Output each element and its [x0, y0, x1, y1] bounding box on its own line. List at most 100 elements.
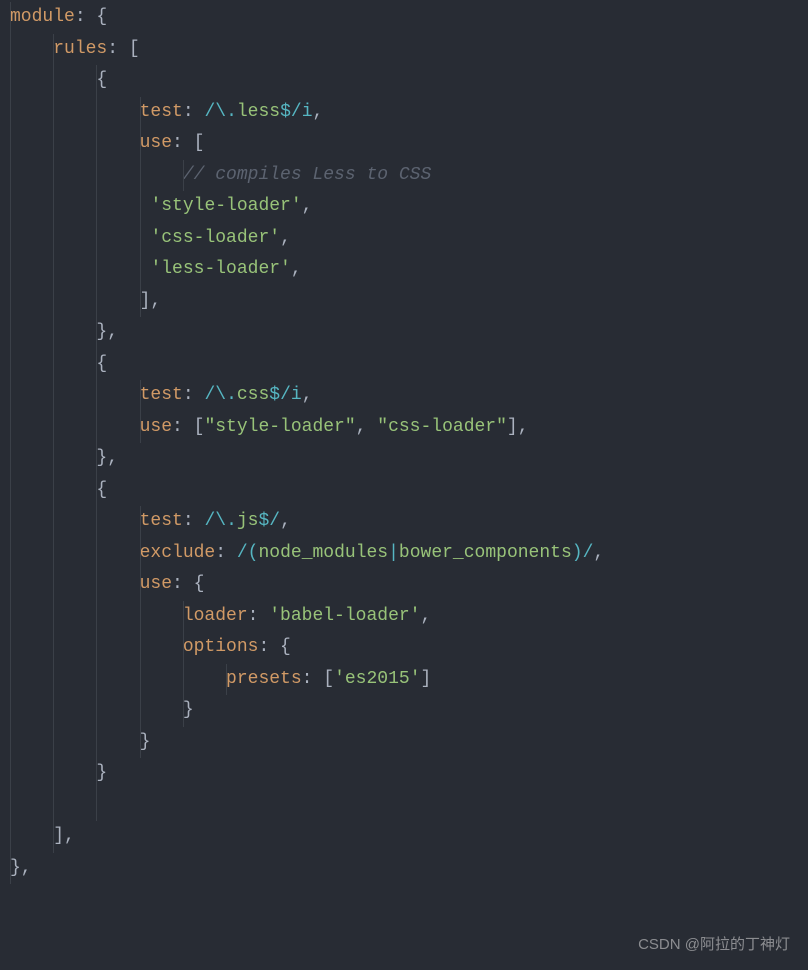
indent-guide — [96, 380, 97, 412]
token-punct: { — [96, 70, 107, 90]
indent-guide — [10, 254, 11, 286]
code-editor[interactable]: module: { rules: [ { test: /\.less$/i, u… — [0, 0, 808, 886]
code-line[interactable]: 'css-loader', — [0, 223, 808, 255]
code-line[interactable]: { — [0, 349, 808, 381]
token-regex: / — [204, 102, 215, 122]
token-regex-escape: $ — [269, 385, 280, 405]
code-line[interactable]: test: /\.css$/i, — [0, 380, 808, 412]
indent-guide — [140, 128, 141, 160]
code-line[interactable]: use: [ — [0, 128, 808, 160]
token-regex-body: bower_components — [399, 543, 572, 563]
code-line[interactable]: // compiles Less to CSS — [0, 160, 808, 192]
code-line[interactable]: ], — [0, 286, 808, 318]
indent-guide — [53, 34, 54, 66]
indent-guide — [10, 286, 11, 318]
indent-guide — [183, 664, 184, 696]
code-line[interactable]: module: { — [0, 2, 808, 34]
code-line[interactable]: loader: 'babel-loader', — [0, 601, 808, 633]
token-punct: } — [140, 732, 151, 752]
token-string: 'less-loader' — [150, 259, 290, 279]
code-line[interactable]: ], — [0, 821, 808, 853]
token-punct: } — [96, 763, 107, 783]
code-line[interactable]: }, — [0, 443, 808, 475]
indent-guide — [53, 349, 54, 381]
indent-guide — [140, 695, 141, 727]
token-regex: / — [269, 511, 280, 531]
code-line[interactable]: { — [0, 65, 808, 97]
indent-guide — [183, 601, 184, 633]
indent-guide — [10, 821, 11, 853]
indent-guide — [96, 632, 97, 664]
indent-guide — [53, 632, 54, 664]
indent-guide — [10, 727, 11, 759]
indent-guide — [53, 790, 54, 822]
token-string: 'css-loader' — [150, 228, 280, 248]
indent-guide — [10, 853, 11, 885]
token-string: "css-loader" — [377, 417, 507, 437]
code-line[interactable]: }, — [0, 853, 808, 885]
token-punct: : — [215, 543, 237, 563]
indent-guide — [140, 506, 141, 538]
indent-guide — [140, 538, 141, 570]
token-punct: , — [313, 102, 324, 122]
token-regex: /i — [291, 102, 313, 122]
indent-whitespace — [10, 291, 140, 311]
indent-guide — [53, 317, 54, 349]
code-line[interactable]: 'less-loader', — [0, 254, 808, 286]
token-regex: / — [204, 385, 215, 405]
token-regex-escape: ( — [248, 543, 259, 563]
indent-guide — [96, 758, 97, 790]
code-line[interactable]: rules: [ — [0, 34, 808, 66]
indent-guide — [10, 349, 11, 381]
code-line[interactable] — [0, 790, 808, 822]
code-line[interactable]: } — [0, 758, 808, 790]
token-punct: }, — [96, 322, 118, 342]
indent-guide — [140, 601, 141, 633]
indent-guide — [10, 758, 11, 790]
code-line[interactable]: presets: ['es2015'] — [0, 664, 808, 696]
code-line[interactable]: test: /\.less$/i, — [0, 97, 808, 129]
code-line[interactable]: test: /\.js$/, — [0, 506, 808, 538]
indent-guide — [96, 601, 97, 633]
indent-whitespace — [10, 133, 140, 153]
token-punct: { — [96, 480, 107, 500]
token-punct: } — [183, 700, 194, 720]
indent-guide — [53, 821, 54, 853]
indent-guide — [10, 65, 11, 97]
code-line[interactable]: use: ["style-loader", "css-loader"], — [0, 412, 808, 444]
token-punct: , — [291, 259, 302, 279]
code-line[interactable]: } — [0, 727, 808, 759]
code-line[interactable]: }, — [0, 317, 808, 349]
indent-guide — [140, 632, 141, 664]
indent-guide — [53, 695, 54, 727]
indent-guide — [53, 664, 54, 696]
token-regex-escape: $ — [280, 102, 291, 122]
code-line[interactable]: exclude: /(node_modules|bower_components… — [0, 538, 808, 570]
code-line[interactable]: use: { — [0, 569, 808, 601]
indent-guide — [10, 664, 11, 696]
token-regex: / — [583, 543, 594, 563]
indent-guide — [53, 538, 54, 570]
token-punct: : — [183, 511, 205, 531]
token-regex-escape: $ — [258, 511, 269, 531]
token-regex: / — [237, 543, 248, 563]
indent-guide — [96, 506, 97, 538]
indent-guide — [96, 664, 97, 696]
indent-guide — [10, 601, 11, 633]
indent-whitespace — [10, 259, 150, 279]
code-line[interactable]: 'style-loader', — [0, 191, 808, 223]
token-regex: /i — [280, 385, 302, 405]
token-regex-body: js — [237, 511, 259, 531]
indent-guide — [96, 727, 97, 759]
token-punct: : — [248, 606, 270, 626]
token-regex-escape: \. — [215, 102, 237, 122]
indent-whitespace — [10, 385, 140, 405]
code-line[interactable]: options: { — [0, 632, 808, 664]
token-punct: , — [356, 417, 378, 437]
code-line[interactable]: } — [0, 695, 808, 727]
code-line[interactable]: { — [0, 475, 808, 507]
indent-guide — [96, 191, 97, 223]
indent-guide — [10, 380, 11, 412]
indent-guide — [10, 695, 11, 727]
token-punct: : [ — [172, 417, 204, 437]
